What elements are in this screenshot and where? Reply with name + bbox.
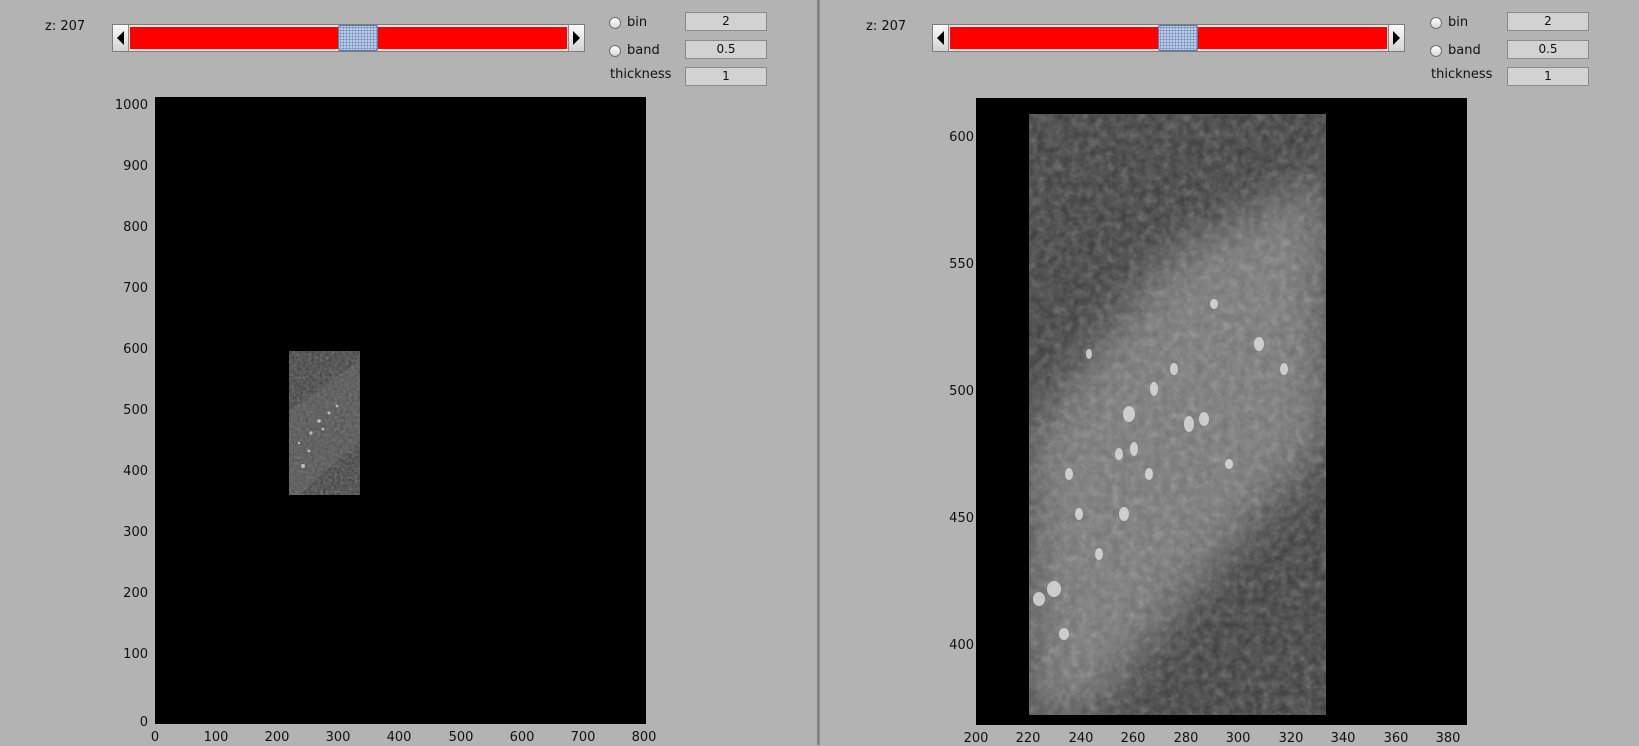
slider-increment-button[interactable]	[1388, 25, 1404, 51]
bin-label: bin	[627, 15, 648, 30]
y-tick-label: 300	[123, 525, 148, 540]
image-roi-thumbnail	[289, 351, 360, 495]
bin-option[interactable]: bin	[1430, 15, 1468, 30]
bin-radio[interactable]	[609, 16, 621, 29]
x-tick-label: 300	[325, 730, 351, 745]
triangle-right-icon	[573, 31, 580, 45]
triangle-left-icon	[117, 31, 124, 45]
triangle-right-icon	[1393, 31, 1400, 45]
x-tick-label: 200	[963, 731, 989, 746]
thickness-label: thickness	[610, 67, 672, 82]
y-tick-label: 400	[123, 464, 148, 479]
x-tick-label: 0	[150, 730, 160, 745]
x-tick-label: 500	[448, 730, 474, 745]
image-roi-zoomed	[1029, 114, 1326, 715]
x-tick-label: 400	[386, 730, 412, 745]
z-slice-label: z: 207	[866, 19, 907, 34]
left-viewer-panel: z: 207 bin 2 band 0.5 thickness 1 1000 9…	[0, 0, 817, 745]
z-slice-slider[interactable]	[112, 24, 585, 52]
x-tick-label: 280	[1173, 731, 1199, 746]
y-tick-label: 500	[949, 384, 974, 399]
x-tick-label: 320	[1278, 731, 1304, 746]
band-option[interactable]: band	[609, 43, 660, 58]
bin-label: bin	[1448, 15, 1469, 30]
triangle-left-icon	[937, 31, 944, 45]
band-field[interactable]: 0.5	[685, 40, 767, 59]
image-plot-area[interactable]	[155, 97, 646, 724]
x-tick-label: 700	[570, 730, 596, 745]
bin-field[interactable]: 2	[685, 12, 767, 31]
band-label: band	[1448, 43, 1481, 58]
bin-option[interactable]: bin	[609, 15, 647, 30]
y-tick-label: 800	[123, 220, 148, 235]
band-label: band	[627, 43, 660, 58]
y-tick-label: 550	[949, 257, 974, 272]
y-tick-label: 600	[949, 130, 974, 145]
x-tick-label: 340	[1330, 731, 1356, 746]
x-tick-label: 100	[203, 730, 229, 745]
y-tick-label: 1000	[114, 98, 148, 113]
right-viewer-panel: z: 207 bin 2 band 0.5 thickness 1 600 55…	[820, 0, 1639, 746]
slider-thumb[interactable]	[1158, 25, 1198, 51]
slider-decrement-button[interactable]	[113, 25, 129, 51]
thickness-field[interactable]: 1	[685, 67, 767, 86]
band-radio[interactable]	[609, 44, 621, 57]
x-tick-label: 200	[264, 730, 290, 745]
thickness-label: thickness	[1431, 67, 1493, 82]
y-tick-label: 0	[139, 715, 148, 730]
x-tick-label: 800	[631, 730, 657, 745]
x-tick-label: 600	[509, 730, 535, 745]
x-tick-label: 300	[1225, 731, 1251, 746]
y-tick-label: 500	[123, 403, 148, 418]
y-tick-label: 700	[123, 281, 148, 296]
band-option[interactable]: band	[1430, 43, 1481, 58]
y-tick-label: 900	[123, 159, 148, 174]
x-tick-label: 360	[1383, 731, 1409, 746]
bin-field[interactable]: 2	[1507, 12, 1589, 31]
slider-thumb[interactable]	[338, 25, 378, 51]
y-tick-label: 100	[123, 647, 148, 662]
y-tick-label: 200	[123, 586, 148, 601]
slider-decrement-button[interactable]	[933, 25, 949, 51]
thickness-field[interactable]: 1	[1507, 67, 1589, 86]
x-tick-label: 260	[1120, 731, 1146, 746]
y-tick-label: 400	[949, 638, 974, 653]
bin-radio[interactable]	[1430, 16, 1442, 29]
x-tick-label: 240	[1068, 731, 1094, 746]
z-slice-slider[interactable]	[932, 24, 1405, 52]
x-tick-label: 380	[1435, 731, 1461, 746]
x-tick-label: 220	[1015, 731, 1041, 746]
slider-increment-button[interactable]	[568, 25, 584, 51]
y-tick-label: 450	[949, 511, 974, 526]
z-slice-label: z: 207	[45, 19, 86, 34]
y-tick-label: 600	[123, 342, 148, 357]
band-radio[interactable]	[1430, 44, 1442, 57]
band-field[interactable]: 0.5	[1507, 40, 1589, 59]
